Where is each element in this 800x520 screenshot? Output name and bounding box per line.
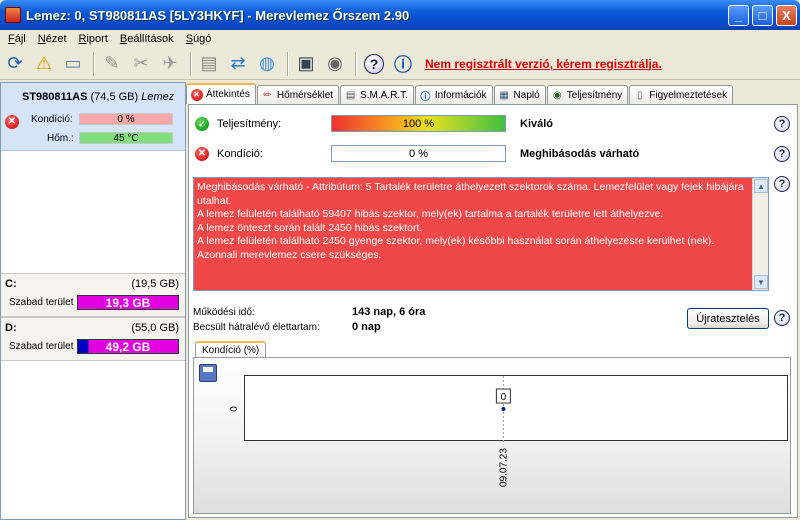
free-space-bar: 49,2 GB — [77, 339, 179, 354]
disk-health-bar: 0 % — [79, 113, 173, 125]
red-x-icon: ✕ — [190, 88, 203, 101]
toolbar-separator — [355, 51, 357, 76]
log-icon: ▦ — [499, 89, 509, 101]
message-help-icon[interactable]: ? — [774, 176, 790, 192]
help-icon[interactable]: ? — [361, 51, 387, 77]
message-scrollbar[interactable]: ▲ ▼ — [752, 178, 768, 290]
performance-icon: ◉ — [552, 89, 562, 101]
tab-performance[interactable]: ◉ Teljesítmény — [546, 85, 629, 104]
x-tick-label: 09.07.23 — [498, 448, 509, 487]
about-icon[interactable]: ⓘ — [390, 51, 416, 77]
disk-size: (74,5 GB) — [90, 91, 139, 103]
disk-item[interactable]: ST980811AS (74,5 GB) Lemez ✕ Kondíció: 0… — [1, 83, 185, 151]
warning-icon[interactable]: ⚠ — [31, 51, 57, 77]
toolbar-separator — [93, 51, 95, 76]
report-icon[interactable]: ▤ — [196, 51, 222, 77]
menu-file[interactable]: Fájl — [2, 33, 32, 45]
free-space-label: Szabad terület — [9, 297, 74, 308]
toolbar: ⟳ ⚠ ▭ ✎ ✂ ✈ ▤ ⇄ ◍ ▣ ◉ ? ⓘ Nem regisztrál… — [0, 48, 800, 80]
disk-label: Lemez — [141, 91, 175, 103]
tool-3-icon[interactable]: ✈ — [157, 51, 183, 77]
health-message-text: Meghibásodás várható - Attribútum: 5 Tar… — [197, 181, 744, 261]
disk-temp-label: Hőm.: — [47, 133, 74, 144]
performance-label: Teljesítmény: — [217, 118, 282, 130]
save-icon[interactable] — [199, 364, 217, 382]
disk-temp-bar: 45 °C — [79, 132, 173, 144]
app-icon — [5, 7, 21, 23]
health-chart: 0 09.07.23 0 — [229, 376, 511, 487]
lifetime-value: 0 nap — [352, 321, 381, 333]
error-icon: ✕ — [5, 115, 19, 129]
close-button[interactable]: X — [776, 4, 797, 26]
performance-bar: 100 % — [331, 115, 506, 132]
disk-icon[interactable]: ▭ — [60, 51, 86, 77]
tab-health-chart[interactable]: Kondíció (%) — [195, 341, 267, 358]
volume-name: C: — [5, 278, 17, 290]
menu-bar: Fájl Nézet Riport Beállítások Súgó — [0, 30, 800, 48]
uptime-value: 143 nap, 6 óra — [352, 306, 426, 318]
performance-help-icon[interactable]: ? — [774, 116, 790, 132]
disk-name: ST980811AS — [22, 91, 88, 103]
tab-temperature[interactable]: ✏ Hőmérséklet — [256, 85, 340, 104]
data-label: 0 — [501, 392, 507, 403]
toolbar-separator — [287, 51, 289, 76]
volume-d[interactable]: D: (55,0 GB) Szabad terület 49,2 GB — [1, 317, 185, 361]
y-tick-label: 0 — [229, 406, 240, 412]
refresh-icon[interactable]: ⟳ — [2, 51, 28, 77]
health-chart-panel: 0 09.07.23 0 — [193, 357, 791, 514]
health-bar: 0 % — [331, 145, 506, 162]
tab-info[interactable]: ⓘ Információk — [414, 85, 493, 104]
disk-health-label: Kondíció: — [31, 114, 73, 125]
maximize-button[interactable]: □ — [752, 4, 773, 26]
free-space-label: Szabad terület — [9, 341, 74, 352]
scroll-down-icon[interactable]: ▼ — [754, 275, 768, 289]
tab-strip: ✕ Áttekintés ✏ Hőmérséklet ▤ S.M.A.R.T. … — [186, 83, 800, 104]
network-icon[interactable]: ◍ — [254, 51, 280, 77]
tab-warnings[interactable]: ▯ Figyelmeztetések — [629, 85, 734, 104]
menu-help[interactable]: Súgó — [180, 33, 218, 45]
tab-overview[interactable]: ✕ Áttekintés — [186, 83, 256, 104]
performance-rating: Kiváló — [520, 118, 554, 130]
health-help-icon[interactable]: ? — [774, 146, 790, 162]
health-label: Kondíció: — [217, 148, 263, 160]
sync-icon[interactable]: ⇄ — [225, 51, 251, 77]
smart-icon: ▤ — [345, 89, 356, 101]
title-bar: Lemez: 0, ST980811AS [5LY3HKYF] - Merevl… — [0, 0, 800, 30]
retest-button[interactable]: Újratesztelés — [687, 308, 769, 329]
menu-report[interactable]: Riport — [73, 33, 114, 45]
data-point — [501, 407, 506, 411]
chart-plot-area: 0 09.07.23 0 — [229, 375, 788, 487]
volume-size: (55,0 GB) — [131, 322, 179, 334]
warnings-icon: ▯ — [637, 89, 643, 101]
window-title: Lemez: 0, ST980811AS [5LY3HKYF] - Merevl… — [26, 7, 410, 23]
overview-panel: ✓ Teljesítmény: 100 % Kiváló ? ✕ Kondíci… — [188, 104, 798, 518]
health-message-box[interactable]: Meghibásodás várható - Attribútum: 5 Tar… — [193, 177, 769, 291]
volume-c[interactable]: C: (19,5 GB) Szabad terület 19,3 GB — [1, 273, 185, 317]
retest-help-icon[interactable]: ? — [774, 310, 790, 326]
thermometer-icon: ✏ — [263, 89, 272, 101]
lifetime-label: Becsült hátralévő élettartam: — [193, 322, 320, 333]
sound-icon[interactable]: ◉ — [322, 51, 348, 77]
menu-view[interactable]: Nézet — [32, 33, 73, 45]
free-space-bar: 19,3 GB — [77, 295, 179, 310]
disk-list-panel: ST980811AS (74,5 GB) Lemez ✕ Kondíció: 0… — [0, 82, 186, 520]
volume-name: D: — [5, 322, 17, 334]
health-rating: Meghibásodás várható — [520, 148, 640, 160]
volume-size: (19,5 GB) — [131, 278, 179, 290]
toolbar-separator — [190, 51, 192, 76]
ok-icon: ✓ — [195, 117, 209, 131]
tab-log[interactable]: ▦ Napló — [493, 85, 546, 104]
health-error-icon: ✕ — [195, 147, 209, 161]
register-link[interactable]: Nem regisztrált verzió, kérem regisztrál… — [425, 57, 662, 71]
disk-title: ST980811AS (74,5 GB) Lemez — [22, 91, 174, 103]
monitor-icon[interactable]: ▣ — [293, 51, 319, 77]
tool-2-icon[interactable]: ✂ — [128, 51, 154, 77]
menu-settings[interactable]: Beállítások — [114, 33, 180, 45]
tool-icon[interactable]: ✎ — [99, 51, 125, 77]
tab-smart[interactable]: ▤ S.M.A.R.T. — [340, 85, 414, 104]
scroll-up-icon[interactable]: ▲ — [754, 179, 768, 193]
info-icon: ⓘ — [420, 91, 431, 103]
minimize-button[interactable]: _ — [728, 4, 749, 26]
uptime-label: Működési idő: — [193, 307, 255, 318]
